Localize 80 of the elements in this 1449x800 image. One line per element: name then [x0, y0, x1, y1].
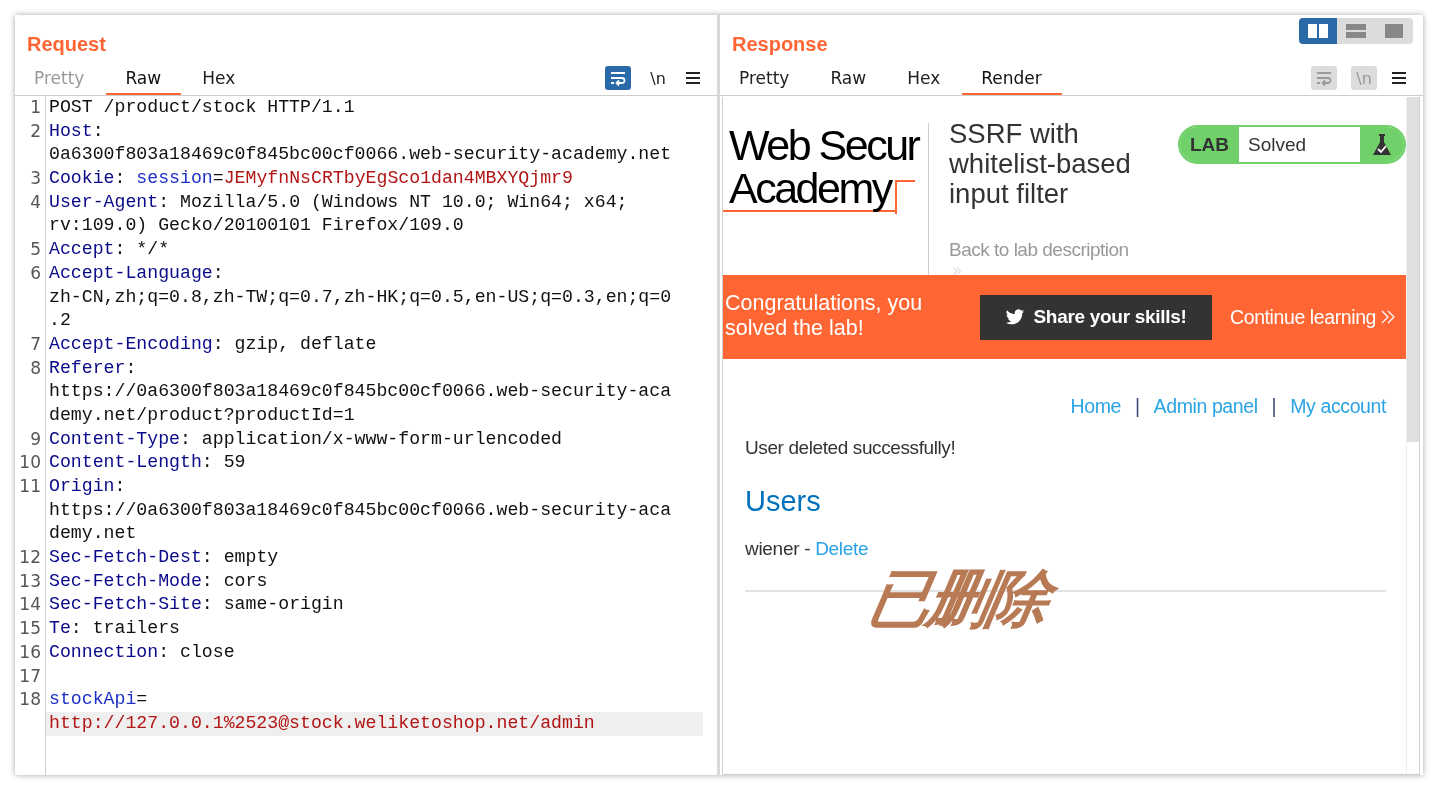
- line-number: 3: [29, 167, 42, 191]
- user-separator: -: [804, 538, 811, 559]
- layout-button[interactable]: [1337, 18, 1375, 44]
- line-number: 16: [18, 640, 42, 664]
- newline-toggle[interactable]: \n: [645, 66, 671, 90]
- user-name: wiener: [745, 538, 800, 559]
- nav-separator: |: [1134, 395, 1140, 418]
- code-line: Content-Type: application/x-www-form-urlencoded: [48, 427, 563, 451]
- double-chevron-icon: [1380, 309, 1397, 325]
- line-number: 18: [18, 688, 42, 712]
- tab[interactable]: Pretty: [720, 68, 810, 95]
- banner-message: Congratulations, you solved the lab!: [724, 291, 924, 341]
- flask-icon: [1372, 132, 1392, 157]
- code-line: Content-Length: 59: [48, 451, 247, 475]
- code-line: User-Agent: Mozilla/5.0 (Windows NT 10.0; Win64; x64;: [48, 190, 629, 214]
- status-message: User deleted successfully!: [745, 437, 957, 459]
- panel-title: Response: [731, 32, 828, 57]
- code-line: Accept-Encoding: gzip, deflate: [48, 332, 378, 356]
- tab[interactable]: Render: [962, 68, 1062, 95]
- logo-mark-icon: [894, 180, 915, 214]
- line-number: 11: [18, 475, 42, 498]
- line-number: 10: [18, 451, 42, 475]
- wrap-lines-icon: [1315, 70, 1333, 86]
- share-button[interactable]: Share your skills!: [980, 294, 1212, 340]
- code-line: https://0a6300f803a18469c0f845bc00cf0066.web-security-aca: [48, 498, 673, 522]
- menu-icon[interactable]: [1391, 71, 1407, 85]
- bird-icon: [1005, 308, 1026, 326]
- wrap-lines-icon: [609, 70, 627, 86]
- line-number: 14: [18, 593, 42, 617]
- code-line: https://0a6300f803a18469c0f845bc00cf0066.web-security-aca: [48, 380, 673, 404]
- code-line: demy.net: [48, 522, 138, 546]
- line-number: 13: [18, 569, 42, 593]
- single-pane-icon: [1385, 24, 1403, 38]
- line-number: 17: [18, 664, 42, 688]
- line-number: 7: [29, 332, 42, 356]
- code-line: stockApi=: [48, 688, 149, 712]
- tab[interactable]: Raw: [811, 68, 887, 95]
- code-line: Te: trailers: [48, 617, 181, 641]
- split-columns-icon: [1308, 24, 1328, 38]
- code-line: Sec-Fetch-Dest: empty: [48, 546, 280, 570]
- line-number: 15: [18, 617, 42, 641]
- code-line: rv:109.0) Gecko/20100101 Firefox/109.0: [48, 214, 465, 238]
- code-line: Origin:: [48, 475, 127, 498]
- line-number: 9: [29, 427, 42, 451]
- tab[interactable]: Raw: [106, 68, 182, 95]
- code-line: Accept: */*: [48, 238, 171, 262]
- code-line: Accept-Language:: [48, 261, 225, 285]
- line-number: 4: [29, 190, 42, 214]
- line-number: 1: [29, 96, 42, 119]
- code-line: zh-CN,zh;q=0.8,zh-TW;q=0.7,zh-HK;q=0.5,en-US;q=0.3,en;q=0: [48, 285, 673, 309]
- line-number: 2: [29, 119, 42, 143]
- line-number: 8: [29, 356, 42, 380]
- code-line: Connection: close: [48, 640, 236, 664]
- code-line: Host:: [48, 119, 105, 143]
- lab-label: LAB: [1180, 127, 1240, 162]
- layout-button[interactable]: [1375, 18, 1413, 44]
- line-number: 6: [29, 261, 42, 285]
- code-line: .2: [48, 309, 72, 333]
- lab-title: SSRF with whitelist-based input filter: [949, 119, 1132, 209]
- code-line: demy.net/product?productId=1: [48, 403, 356, 427]
- menu-icon[interactable]: [685, 71, 701, 85]
- layout-button[interactable]: [1299, 18, 1337, 44]
- logo-text: Web Secur: [728, 124, 920, 167]
- nav-separator: |: [1271, 395, 1277, 418]
- code-line: POST /product/stock HTTP/1.1: [48, 96, 356, 119]
- tab[interactable]: Hex: [888, 68, 961, 95]
- panel-title: Request: [26, 32, 106, 57]
- logo-text: Academy: [723, 167, 895, 212]
- tab[interactable]: Hex: [183, 68, 256, 95]
- line-number: 5: [29, 238, 42, 262]
- code-line: Sec-Fetch-Mode: cors: [48, 569, 269, 593]
- code-line: Sec-Fetch-Site: same-origin: [48, 593, 345, 617]
- code-line: 0a6300f803a18469c0f845bc00cf0066.web-security-academy.net: [48, 143, 673, 167]
- scrollbar-thumb[interactable]: [1407, 97, 1419, 442]
- code-line: Referer:: [48, 356, 138, 380]
- section-heading: Users: [745, 485, 822, 518]
- line-number: 12: [18, 546, 42, 570]
- code-line: Cookie: session=JEMyfnNsCRTbyEgSco1dan4MBXYQjmr9: [48, 167, 574, 191]
- split-rows-icon: [1346, 24, 1366, 38]
- wrap-toggle[interactable]: [605, 66, 631, 90]
